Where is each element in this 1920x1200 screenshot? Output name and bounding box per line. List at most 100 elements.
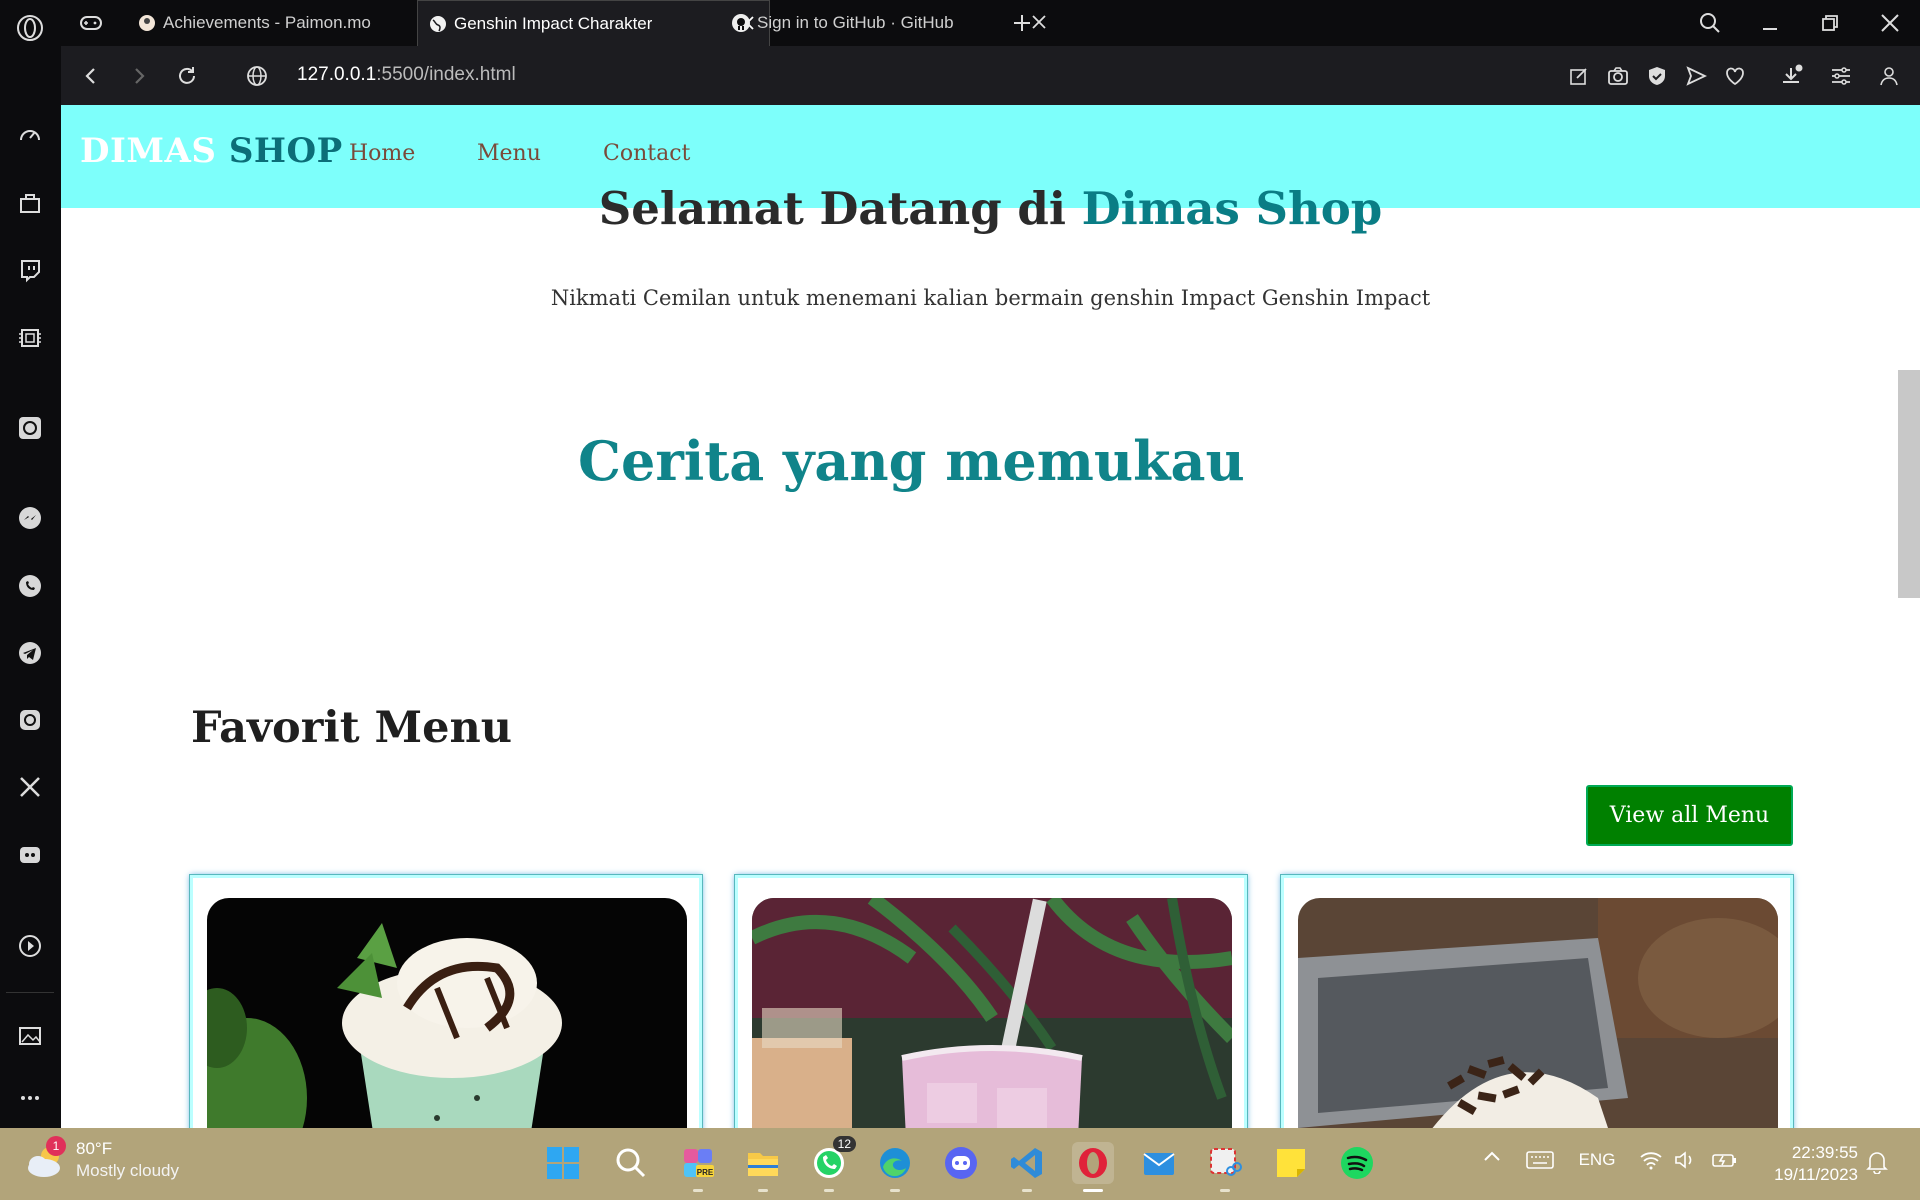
battery-icon[interactable] xyxy=(1710,1150,1740,1170)
windows-taskbar: 1 80°F Mostly cloudy PRE 12 ENG 22:39:55… xyxy=(0,1128,1920,1200)
taskbar-search-icon[interactable] xyxy=(610,1142,652,1184)
tab-label: Achievements - Paimon.mo xyxy=(163,13,371,32)
clock-date: 19/11/2023 xyxy=(1774,1165,1858,1184)
url-field[interactable]: 127.0.0.1:5500/index.html xyxy=(297,64,516,86)
volume-icon[interactable] xyxy=(1672,1150,1698,1170)
weather-notification-badge: 1 xyxy=(46,1136,66,1156)
welcome-heading: Selamat Datang di Dimas Shop xyxy=(61,182,1920,235)
globe-icon xyxy=(428,14,448,34)
instagram-icon[interactable] xyxy=(12,702,48,738)
github-icon xyxy=(731,13,751,33)
more-icon[interactable] xyxy=(12,1080,48,1116)
reload-icon[interactable] xyxy=(173,62,201,90)
workspace-icon[interactable] xyxy=(79,0,109,46)
system-clock[interactable]: 22:39:55 19/11/2023 xyxy=(1774,1142,1858,1186)
logo-word-dimas: DIMAS xyxy=(80,131,217,171)
nav-link-home[interactable]: Home xyxy=(349,141,415,166)
vscode-icon[interactable] xyxy=(1006,1142,1048,1192)
back-icon[interactable] xyxy=(77,62,105,90)
new-tab-plus-icon[interactable] xyxy=(1007,8,1037,38)
clock-time: 22:39:55 xyxy=(1791,1143,1858,1162)
opera-taskbar-icon[interactable] xyxy=(1072,1142,1114,1192)
gallery-icon[interactable] xyxy=(12,1018,48,1054)
input-language[interactable]: ENG xyxy=(1577,1150,1617,1170)
tab-genshin-charakter[interactable]: Genshin Impact Charakter xyxy=(417,0,770,46)
speed-dial-icon[interactable] xyxy=(12,117,48,153)
discord-taskbar-icon[interactable] xyxy=(940,1142,982,1184)
keyboard-icon[interactable] xyxy=(1524,1150,1556,1170)
view-all-menu-button[interactable]: View all Menu xyxy=(1586,785,1793,846)
copilot-pre-icon[interactable]: PRE xyxy=(677,1142,719,1192)
running-indicator xyxy=(824,1189,834,1192)
twitch-icon[interactable] xyxy=(12,252,48,288)
welcome-brand: Dimas Shop xyxy=(1081,182,1383,235)
edit-page-icon[interactable] xyxy=(1565,62,1593,90)
running-indicator xyxy=(1083,1189,1103,1192)
menu-card[interactable] xyxy=(735,875,1247,1128)
forward-icon[interactable] xyxy=(125,62,153,90)
x-twitter-icon[interactable] xyxy=(12,769,48,805)
web-page: DIMAS SHOP Home Menu Contact Selamat Dat… xyxy=(61,105,1920,1128)
url-host: 127.0.0.1 xyxy=(297,64,377,85)
wifi-icon[interactable] xyxy=(1638,1150,1664,1170)
minimize-icon[interactable] xyxy=(1755,8,1785,38)
player-icon[interactable] xyxy=(12,928,48,964)
welcome-text: Selamat Datang di xyxy=(598,182,1082,235)
running-indicator xyxy=(693,1189,703,1192)
file-explorer-icon[interactable] xyxy=(742,1142,784,1192)
easy-setup-icon[interactable] xyxy=(1827,62,1855,90)
hero-subtitle: Nikmati Cemilan untuk menemani kalian be… xyxy=(550,286,1431,310)
nav-link-menu[interactable]: Menu xyxy=(477,141,541,166)
weather-description: Mostly cloudy xyxy=(76,1161,179,1180)
address-bar: 127.0.0.1:5500/index.html xyxy=(61,46,1920,105)
close-window-icon[interactable] xyxy=(1875,8,1905,38)
tab-bar: Achievements - Paimon.mo Genshin Impact … xyxy=(61,0,1920,46)
chatgpt-icon[interactable] xyxy=(12,410,48,446)
weather-temperature: 80°F xyxy=(76,1139,113,1158)
mail-icon[interactable] xyxy=(1138,1142,1180,1184)
snipping-tool-icon[interactable] xyxy=(1204,1142,1246,1192)
tab-label: Sign in to GitHub · GitHub xyxy=(757,13,954,32)
url-path: :5500/index.html xyxy=(376,64,516,85)
logo-word-shop: SHOP xyxy=(228,131,343,171)
running-indicator xyxy=(1220,1189,1230,1192)
whatsapp-icon[interactable] xyxy=(12,568,48,604)
running-indicator xyxy=(1022,1189,1032,1192)
windows-start-icon[interactable] xyxy=(542,1142,584,1184)
download-icon[interactable] xyxy=(1778,62,1806,90)
discord-icon[interactable] xyxy=(12,837,48,873)
page-scrollbar[interactable] xyxy=(1898,370,1920,598)
running-indicator xyxy=(890,1189,900,1192)
chocolate-cake-photo xyxy=(1298,898,1778,1128)
sticky-notes-icon[interactable] xyxy=(1270,1142,1312,1184)
adblock-shield-icon[interactable] xyxy=(1643,62,1671,90)
send-flow-icon[interactable] xyxy=(1682,62,1710,90)
running-indicator xyxy=(758,1189,768,1192)
nav-link-contact[interactable]: Contact xyxy=(603,141,690,166)
telegram-icon[interactable] xyxy=(12,635,48,671)
tray-overflow-chevron-icon[interactable] xyxy=(1481,1150,1503,1162)
restore-icon[interactable] xyxy=(1815,8,1845,38)
opera-logo-icon[interactable] xyxy=(12,10,48,46)
heart-icon[interactable] xyxy=(1721,62,1749,90)
svg-text:PRE: PRE xyxy=(697,1168,714,1177)
notification-bell-icon[interactable] xyxy=(1864,1150,1890,1174)
messenger-icon[interactable] xyxy=(12,500,48,536)
menu-card[interactable] xyxy=(190,875,702,1128)
site-logo[interactable]: DIMAS SHOP xyxy=(80,131,343,171)
sidebar-divider xyxy=(6,992,54,993)
menu-card[interactable] xyxy=(1281,875,1793,1128)
search-tabs-icon[interactable] xyxy=(1695,8,1725,38)
paimon-icon xyxy=(137,13,157,33)
whatsapp-taskbar-icon[interactable]: 12 xyxy=(808,1136,856,1192)
site-info-globe-icon[interactable] xyxy=(243,62,271,90)
spotify-icon[interactable] xyxy=(1336,1142,1378,1184)
weather-widget[interactable]: 1 80°F Mostly cloudy xyxy=(24,1136,179,1182)
snapshot-camera-icon[interactable] xyxy=(1604,62,1632,90)
edge-browser-icon[interactable] xyxy=(874,1142,916,1192)
story-heading: Cerita yang memukau xyxy=(578,429,1245,493)
berry-milk-drink-photo xyxy=(752,898,1232,1128)
shopping-bag-icon[interactable] xyxy=(12,185,48,221)
chip-icon[interactable] xyxy=(12,320,48,356)
profile-icon[interactable] xyxy=(1875,62,1903,90)
